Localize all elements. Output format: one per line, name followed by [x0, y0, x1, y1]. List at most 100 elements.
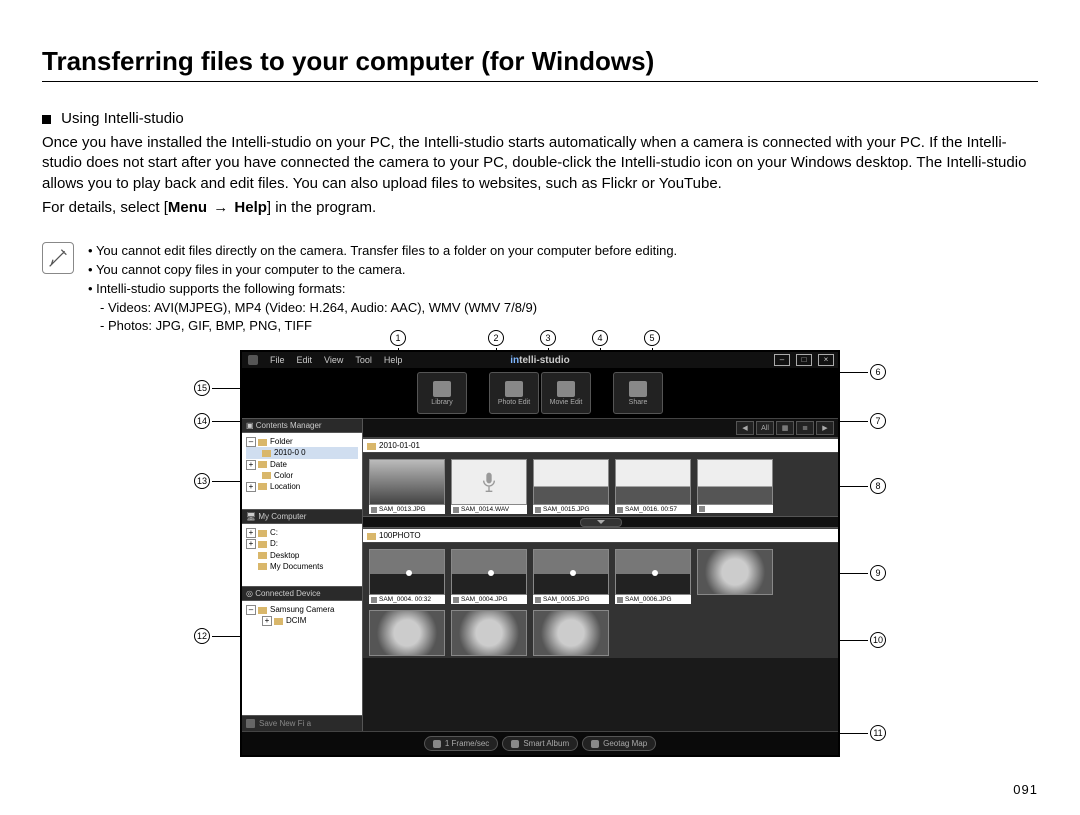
geotag-button[interactable]: Geotag Map [582, 736, 656, 751]
thumbnail[interactable]: SAM_0006.JPG [615, 549, 691, 604]
callout-num: 8 [870, 478, 886, 494]
tree-row[interactable]: Desktop [246, 550, 358, 561]
page-title: Transferring files to your computer (for… [42, 46, 1038, 77]
device-tree[interactable]: –Samsung Camera +DCIM [242, 601, 362, 715]
type-icon [371, 507, 377, 513]
photo-edit-button[interactable]: Photo Edit [489, 372, 539, 414]
tree-row[interactable]: My Documents [246, 561, 358, 572]
note-item: You cannot copy files in your computer t… [88, 261, 677, 280]
tree-row[interactable]: +DCIM [246, 615, 358, 626]
tree-row[interactable]: –Samsung Camera [246, 604, 358, 615]
menubar: File Edit View Tool Help intelli-studio … [242, 352, 838, 368]
view-next-icon[interactable]: ▶ [816, 421, 834, 435]
thumbnail[interactable]: SAM_0014.WAV [451, 459, 527, 514]
main-toolbar: Library Photo Edit Movie Edit Share [242, 368, 838, 418]
menu-file[interactable]: File [270, 355, 285, 365]
view-list-icon[interactable]: ≣ [796, 421, 814, 435]
menu-tool[interactable]: Tool [355, 355, 372, 365]
title-rule [42, 81, 1038, 82]
view-all-button[interactable]: All [756, 421, 774, 435]
callout-14: 14 [194, 413, 242, 429]
bottom-label: Geotag Map [603, 739, 647, 748]
thumbnail[interactable]: SAM_0013.JPG [369, 459, 445, 514]
thumbnail[interactable] [697, 549, 773, 604]
callout-num: 5 [644, 330, 660, 346]
thumb-caption: SAM_0004.JPG [461, 596, 508, 603]
thumbnail[interactable] [533, 610, 609, 656]
tree-row[interactable]: Color [246, 470, 358, 481]
logo-part: in [510, 355, 519, 366]
thumbnail[interactable] [697, 459, 773, 514]
thumbnail-grid-bottom: SAM_0004. 00:32 SAM_0004.JPG SAM_0005.JP… [363, 543, 838, 658]
type-icon [535, 597, 541, 603]
framerate-button[interactable]: 1 Frame/sec [424, 736, 498, 751]
window-controls: – □ × [774, 354, 834, 366]
thumbnail[interactable]: SAM_0015.JPG [533, 459, 609, 514]
tree-row[interactable]: +Location [246, 481, 358, 492]
tree-row[interactable]: +D: [246, 538, 358, 549]
minimize-icon[interactable]: – [774, 354, 790, 366]
menu-edit[interactable]: Edit [297, 355, 313, 365]
thumbnail[interactable]: SAM_0004.JPG [451, 549, 527, 604]
view-prev-icon[interactable]: ◀ [736, 421, 754, 435]
note-item: Intelli-studio supports the following fo… [88, 280, 677, 299]
tree-row[interactable]: +Date [246, 459, 358, 470]
callout-num: 4 [592, 330, 608, 346]
contents-tree[interactable]: –Folder 2010-0 0 +Date Color +Location [242, 433, 362, 509]
view-bar: ◀ All ▦ ≣ ▶ [363, 418, 838, 438]
menu-view[interactable]: View [324, 355, 343, 365]
library-button[interactable]: Library [417, 372, 467, 414]
callout-num: 7 [870, 413, 886, 429]
tree-row-selected[interactable]: 2010-0 0 [246, 447, 358, 458]
note-list: You cannot edit files directly on the ca… [88, 242, 677, 336]
callout-num: 9 [870, 565, 886, 581]
callout-13: 13 [194, 473, 242, 489]
tree-row[interactable]: +C: [246, 527, 358, 538]
note-item: You cannot edit files directly on the ca… [88, 242, 677, 261]
type-icon [535, 507, 541, 513]
type-icon [699, 506, 705, 512]
section-header-date[interactable]: 2010-01-01 [363, 438, 838, 453]
type-icon [617, 597, 623, 603]
folder-icon [367, 533, 376, 540]
movie-edit-button[interactable]: Movie Edit [541, 372, 591, 414]
connected-device-header: ◎ Connected Device [242, 586, 362, 601]
close-icon[interactable]: × [818, 354, 834, 366]
tree-row[interactable]: –Folder [246, 436, 358, 447]
menu-label: Menu [168, 199, 207, 216]
menu-help[interactable]: Help [384, 355, 403, 365]
help-line: For details, select [Menu → Help] in the… [42, 198, 1038, 218]
toolbar-label: Share [629, 399, 648, 406]
main-panel: ◀ All ▦ ≣ ▶ 2010-01-01 SAM_0013.JPG SAM_… [363, 418, 838, 731]
callout-num: 14 [194, 413, 210, 429]
thumbnail[interactable] [369, 610, 445, 656]
type-icon [617, 507, 623, 513]
thumbnail[interactable] [451, 610, 527, 656]
share-button[interactable]: Share [613, 372, 663, 414]
thumbnail[interactable]: SAM_0004. 00:32 [369, 549, 445, 604]
callout-num: 2 [488, 330, 504, 346]
screenshot-figure: 1 2 3 4 5 15 14 13 12 6 7 8 9 10 11 File… [240, 350, 840, 757]
maximize-icon[interactable]: □ [796, 354, 812, 366]
help-line-prefix: For details, select [ [42, 199, 168, 216]
app-icon [248, 355, 258, 365]
disk-icon [246, 719, 255, 728]
thumbnail[interactable]: SAM_0005.JPG [533, 549, 609, 604]
movie-edit-icon [557, 381, 575, 397]
smart-album-button[interactable]: Smart Album [502, 736, 578, 751]
save-new-file-button[interactable]: Save New Fi a [242, 715, 362, 731]
app-window: File Edit View Tool Help intelli-studio … [240, 350, 840, 757]
mycomputer-tree[interactable]: +C: +D: Desktop My Documents [242, 524, 362, 586]
note-subitem: - Videos: AVI(MJPEG), MP4 (Video: H.264,… [100, 299, 677, 318]
type-icon [371, 597, 377, 603]
page-number: 091 [1013, 782, 1038, 797]
folder-icon [367, 443, 376, 450]
thumbnail[interactable]: SAM_0016. 00:57 [615, 459, 691, 514]
panel-divider[interactable] [363, 516, 838, 528]
globe-icon [591, 740, 599, 748]
subhead-text: Using Intelli-studio [61, 110, 184, 127]
view-grid-icon[interactable]: ▦ [776, 421, 794, 435]
thumbnail-grid-top: SAM_0013.JPG SAM_0014.WAV SAM_0015.JPG S… [363, 453, 838, 516]
type-icon [453, 507, 459, 513]
section-header-device[interactable]: 100PHOTO [363, 528, 838, 543]
